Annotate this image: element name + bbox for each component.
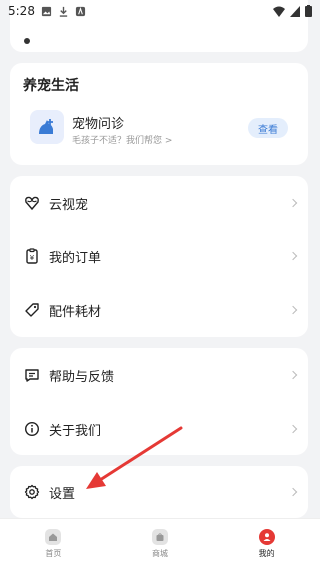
user-icon <box>258 528 275 545</box>
menu-group-support: 帮助与反馈 关于我们 <box>10 348 308 455</box>
menu-group-services: 云视宠 ¥ 我的订单 配件耗材 <box>10 176 308 337</box>
download-icon <box>59 6 68 17</box>
shop-icon <box>152 528 168 545</box>
tab-label: 商城 <box>152 548 168 558</box>
image-icon <box>41 6 52 16</box>
menu-item-label: 设置 <box>49 486 76 502</box>
menu-item-label: 关于我们 <box>49 423 102 439</box>
svg-text:¥: ¥ <box>30 254 35 262</box>
chevron-right-icon <box>288 198 298 208</box>
menu-item-label: 帮助与反馈 <box>49 369 115 385</box>
order-icon: ¥ <box>23 247 41 265</box>
feedback-icon <box>23 366 41 384</box>
pet-life-card: 养宠生活 宠物问诊 毛孩子不适？我们帮您 > 查看 <box>10 63 308 165</box>
info-icon <box>23 420 41 438</box>
menu-group-settings: 设置 <box>10 466 308 518</box>
menu-item-accessories[interactable]: 配件耗材 <box>10 283 308 337</box>
menu-item-help-feedback[interactable]: 帮助与反馈 <box>10 348 308 402</box>
battery-icon <box>305 5 312 17</box>
pet-consult-icon[interactable] <box>30 110 64 144</box>
tab-mine[interactable]: 我的 <box>213 519 320 568</box>
home-icon <box>45 528 62 545</box>
menu-item-about-us[interactable]: 关于我们 <box>10 402 308 456</box>
tab-label: 首页 <box>45 548 62 558</box>
view-button[interactable]: 查看 <box>248 118 288 138</box>
chevron-right-icon <box>288 251 298 261</box>
bottom-tab-bar: 首页 商城 我的 <box>0 518 320 568</box>
chevron-right-icon <box>288 370 298 380</box>
tab-label: 我的 <box>258 548 275 558</box>
menu-item-cloud-pet[interactable]: 云视宠 <box>10 176 308 230</box>
menu-item-label: 配件耗材 <box>49 304 102 320</box>
section-title: 养宠生活 <box>23 78 79 94</box>
status-time: 5:28 <box>8 4 35 18</box>
heart-icon <box>23 194 41 212</box>
pet-consult-title[interactable]: 宠物问诊 <box>72 113 124 132</box>
menu-item-label: 我的订单 <box>49 250 102 266</box>
menu-item-settings[interactable]: 设置 <box>10 466 308 518</box>
chevron-right-icon <box>288 487 298 497</box>
tab-shop[interactable]: 商城 <box>107 519 214 568</box>
signal-icon <box>290 5 300 17</box>
chevron-right-icon <box>288 424 298 434</box>
wifi-icon <box>273 6 285 17</box>
dot-icon <box>24 38 30 44</box>
pet-consult-subtitle[interactable]: 毛孩子不适？我们帮您 > <box>72 133 172 146</box>
chevron-right-icon <box>288 305 298 315</box>
status-bar: 5:28 <box>0 0 320 22</box>
app-icon <box>75 6 86 16</box>
menu-item-label: 云视宠 <box>49 197 89 213</box>
menu-item-orders[interactable]: ¥ 我的订单 <box>10 229 308 283</box>
tab-home[interactable]: 首页 <box>0 519 107 568</box>
gear-icon <box>23 483 41 501</box>
tag-icon <box>23 301 41 319</box>
